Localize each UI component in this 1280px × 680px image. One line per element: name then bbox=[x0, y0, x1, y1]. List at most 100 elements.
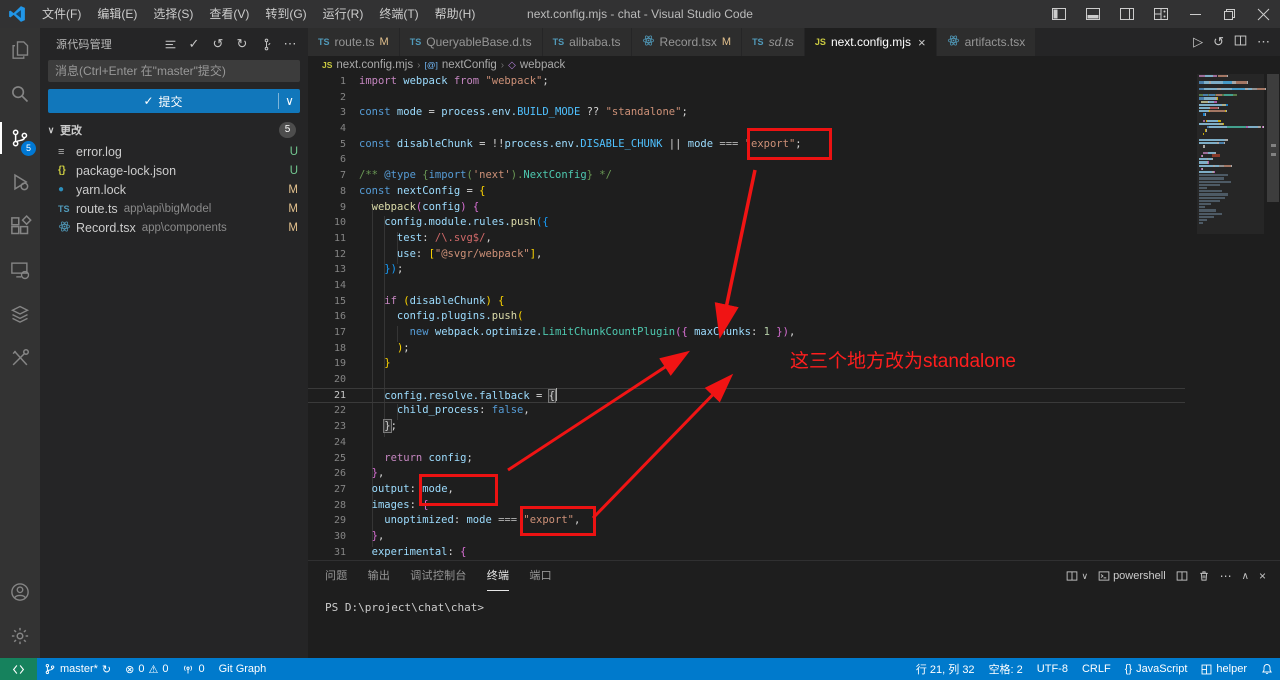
changes-section-header[interactable]: ∨ 更改 5 bbox=[40, 120, 308, 140]
close-panel-icon[interactable]: × bbox=[1259, 569, 1266, 583]
problems-status[interactable]: ⊗ 0 ⚠ 0 bbox=[118, 658, 175, 680]
code-line-15[interactable]: 15 if (disableChunk) { bbox=[308, 294, 1185, 310]
minimap[interactable] bbox=[1197, 74, 1264, 560]
code-line-7[interactable]: 7/** @type {import('next').NextConfig} *… bbox=[308, 168, 1185, 184]
tools-icon[interactable] bbox=[0, 336, 40, 380]
editor-tab-Record.tsx[interactable]: Record.tsxM bbox=[632, 28, 743, 56]
language-mode-status[interactable]: {} JavaScript bbox=[1118, 658, 1195, 680]
vertical-scrollbar[interactable] bbox=[1266, 74, 1280, 560]
code-line-8[interactable]: 8const nextConfig = { bbox=[308, 184, 1185, 200]
editor-tab-artifacts.tsx[interactable]: artifacts.tsx bbox=[937, 28, 1037, 56]
remote-indicator[interactable] bbox=[0, 658, 37, 680]
breadcrumb[interactable]: JS next.config.mjs › [@] nextConfig › ◇ … bbox=[308, 56, 1280, 74]
code-line-16[interactable]: 16 config.plugins.push( bbox=[308, 309, 1185, 325]
commit-graph-icon[interactable] bbox=[256, 34, 276, 54]
split-terminal-icon[interactable] bbox=[1176, 570, 1188, 582]
code-line-13[interactable]: 13 }); bbox=[308, 262, 1185, 278]
customize-layout-icon[interactable] bbox=[1144, 0, 1178, 28]
explorer-icon[interactable] bbox=[0, 28, 40, 72]
code-line-29[interactable]: 29 unoptimized: mode === "export", bbox=[308, 513, 1185, 529]
code-line-5[interactable]: 5const disableChunk = !!process.env.DISA… bbox=[308, 137, 1185, 153]
view-as-list-icon[interactable] bbox=[160, 34, 180, 54]
editor-tab-alibaba.ts[interactable]: TSalibaba.ts bbox=[543, 28, 632, 56]
minimize-button[interactable] bbox=[1178, 0, 1212, 28]
code-line-14[interactable]: 14 bbox=[308, 278, 1185, 294]
menu-item[interactable]: 文件(F) bbox=[34, 0, 89, 28]
code-line-25[interactable]: 25 return config; bbox=[308, 451, 1185, 467]
terminal-instance-powershell[interactable]: powershell bbox=[1098, 570, 1166, 582]
panel-more-icon[interactable]: ⋯ bbox=[1220, 569, 1232, 583]
split-editor-icon[interactable] bbox=[1234, 34, 1247, 50]
launch-profile-icon[interactable]: ∨ bbox=[1066, 570, 1088, 582]
git-branch-status[interactable]: master* ↻ bbox=[37, 658, 118, 680]
toggle-panel-icon[interactable] bbox=[1076, 0, 1110, 28]
cursor-position-status[interactable]: 行 21, 列 32 bbox=[909, 658, 982, 680]
code-line-21[interactable]: 21 config.resolve.fallback = { bbox=[308, 388, 1185, 404]
panel-tab-问题[interactable]: 问题 bbox=[325, 561, 348, 591]
commit-button[interactable]: ✓ 提交 ∨ bbox=[48, 89, 300, 113]
run-debug-icon[interactable] bbox=[0, 160, 40, 204]
run-file-icon[interactable]: ▷ bbox=[1193, 34, 1203, 50]
code-line-10[interactable]: 10 config.module.rules.push({ bbox=[308, 215, 1185, 231]
restore-button[interactable] bbox=[1212, 0, 1246, 28]
notifications-bell-icon[interactable] bbox=[1254, 658, 1280, 680]
menu-item[interactable]: 编辑(E) bbox=[89, 0, 145, 28]
panel-tab-调试控制台[interactable]: 调试控制台 bbox=[410, 561, 467, 591]
layers-icon[interactable] bbox=[0, 292, 40, 336]
code-line-23[interactable]: 23 }; bbox=[308, 419, 1185, 435]
code-line-17[interactable]: 17 new webpack.optimize.LimitChunkCountP… bbox=[308, 325, 1185, 341]
timeline-icon[interactable]: ↺ bbox=[1213, 34, 1224, 50]
close-tab-icon[interactable]: × bbox=[918, 35, 926, 50]
panel-tab-端口[interactable]: 端口 bbox=[529, 561, 552, 591]
menu-item[interactable]: 运行(R) bbox=[315, 0, 372, 28]
code-line-3[interactable]: 3const mode = process.env.BUILD_MODE ?? … bbox=[308, 105, 1185, 121]
code-line-22[interactable]: 22 child_process: false, bbox=[308, 403, 1185, 419]
code-line-9[interactable]: 9 webpack(config) { bbox=[308, 200, 1185, 216]
code-line-11[interactable]: 11 test: /\.svg$/, bbox=[308, 231, 1185, 247]
eol-status[interactable]: CRLF bbox=[1075, 658, 1118, 680]
code-line-19[interactable]: 19 } bbox=[308, 356, 1185, 372]
close-window-button[interactable] bbox=[1246, 0, 1280, 28]
editor-tab-sd.ts[interactable]: TSsd.ts bbox=[742, 28, 805, 56]
source-control-icon[interactable]: 5 bbox=[0, 116, 40, 160]
code-line-20[interactable]: 20 bbox=[308, 372, 1185, 388]
terminal-output[interactable]: PS D:\project\chat\chat> bbox=[308, 591, 1280, 614]
commit-dropdown-chevron[interactable]: ∨ bbox=[278, 93, 300, 109]
editor-tab-next.config.mjs[interactable]: JSnext.config.mjs× bbox=[805, 28, 937, 56]
code-line-12[interactable]: 12 use: ["@svgr/webpack"], bbox=[308, 247, 1185, 263]
search-icon[interactable] bbox=[0, 72, 40, 116]
scm-file-yarn.lock[interactable]: ●yarn.lockM bbox=[40, 180, 308, 199]
extensions-icon[interactable] bbox=[0, 204, 40, 248]
indentation-status[interactable]: 空格: 2 bbox=[982, 658, 1030, 680]
menu-item[interactable]: 查看(V) bbox=[201, 0, 257, 28]
code-line-18[interactable]: 18 ); bbox=[308, 341, 1185, 357]
maximize-panel-icon[interactable]: ∧ bbox=[1242, 571, 1249, 582]
editor-more-icon[interactable]: ⋯ bbox=[1257, 34, 1270, 50]
remote-explorer-icon[interactable] bbox=[0, 248, 40, 292]
commit-message-input[interactable] bbox=[48, 60, 300, 82]
history-icon[interactable]: ↺ bbox=[208, 34, 228, 54]
menu-item[interactable]: 帮助(H) bbox=[427, 0, 484, 28]
settings-gear-icon[interactable] bbox=[0, 614, 40, 658]
more-actions-icon[interactable]: ⋯ bbox=[280, 34, 300, 54]
code-line-24[interactable]: 24 bbox=[308, 435, 1185, 451]
helper-status[interactable]: helper bbox=[1194, 658, 1254, 680]
ports-status[interactable]: 0 bbox=[175, 658, 211, 680]
editor-tab-route.ts[interactable]: TSroute.tsM bbox=[308, 28, 400, 56]
code-line-6[interactable]: 6 bbox=[308, 152, 1185, 168]
encoding-status[interactable]: UTF-8 bbox=[1030, 658, 1075, 680]
code-line-31[interactable]: 31 experimental: { bbox=[308, 545, 1185, 560]
code-line-2[interactable]: 2 bbox=[308, 90, 1185, 106]
menu-item[interactable]: 终端(T) bbox=[371, 0, 426, 28]
scm-file-route.ts[interactable]: TSroute.tsapp\api\bigModelM bbox=[40, 199, 308, 218]
panel-tab-输出[interactable]: 输出 bbox=[368, 561, 391, 591]
code-editor[interactable]: 1import webpack from "webpack";23const m… bbox=[308, 74, 1280, 560]
toggle-sidebar-icon[interactable] bbox=[1042, 0, 1076, 28]
code-line-26[interactable]: 26 }, bbox=[308, 466, 1185, 482]
scm-file-package-lock.json[interactable]: {}package-lock.jsonU bbox=[40, 161, 308, 180]
code-line-4[interactable]: 4 bbox=[308, 121, 1185, 137]
editor-tab-QueryableBase.d.ts[interactable]: TSQueryableBase.d.ts bbox=[400, 28, 543, 56]
git-graph-status[interactable]: Git Graph bbox=[212, 658, 274, 680]
account-icon[interactable] bbox=[0, 570, 40, 614]
menu-item[interactable]: 转到(G) bbox=[257, 0, 314, 28]
